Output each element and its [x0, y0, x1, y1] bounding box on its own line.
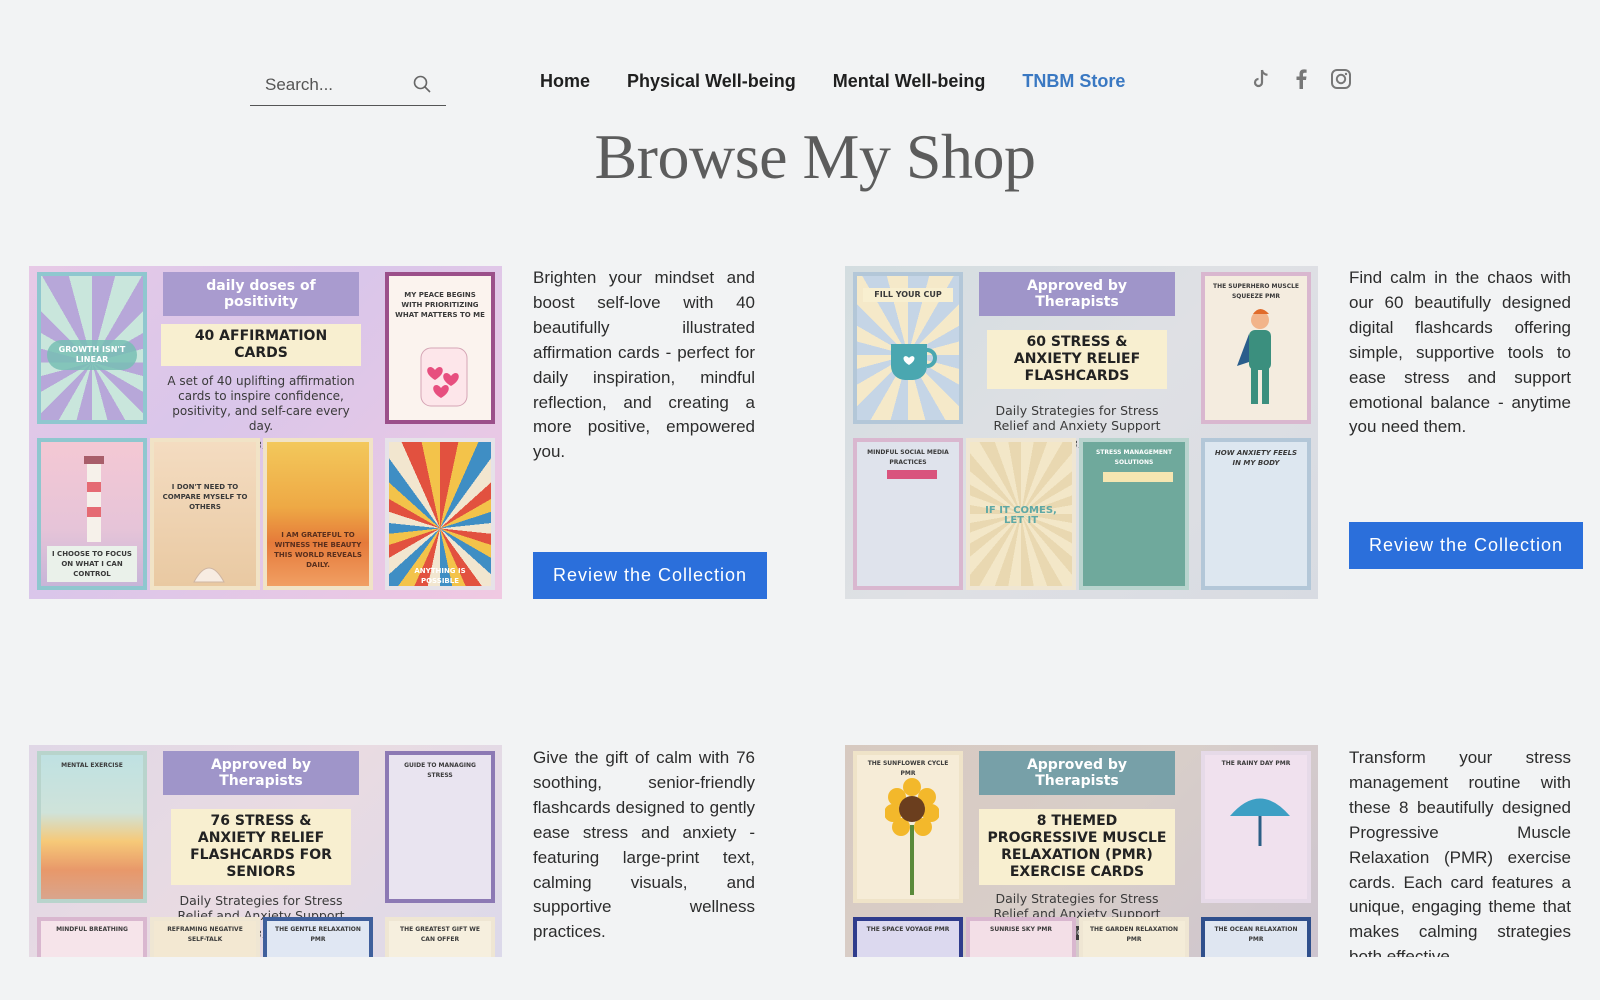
affirmation-card-tile: ANYTHING IS POSSIBLE [385, 438, 495, 590]
product-image[interactable]: GROWTH ISN'T LINEAR daily doses of posit… [29, 266, 502, 599]
flashcard-tile: GUIDE TO MANAGING STRESS [385, 751, 495, 903]
affirmation-card-tile: GROWTH ISN'T LINEAR [37, 272, 147, 424]
flashcard-tile: THE GENTLE RELAXATION PMR [263, 917, 373, 957]
search-bar[interactable] [250, 64, 446, 106]
product-cover: Approved by Therapists 76 STRESS & ANXIE… [161, 751, 361, 941]
instagram-icon[interactable] [1330, 68, 1352, 90]
nav-home[interactable]: Home [540, 70, 590, 92]
facebook-icon[interactable] [1290, 68, 1312, 90]
product-description: Brighten your mindset and boost self-lov… [533, 268, 755, 462]
search-icon[interactable] [412, 74, 432, 94]
affirmation-card-tile: I CHOOSE TO FOCUS ON WHAT I CAN CONTROL [37, 438, 147, 590]
review-collection-button[interactable]: Review the Collection [533, 552, 767, 599]
page-title: Browse My Shop [594, 121, 1036, 192]
affirmation-card-tile: I DON'T NEED TO COMPARE MYSELF TO OTHERS [150, 438, 260, 590]
pmr-card-tile: SUNRISE SKY PMR [966, 917, 1076, 957]
pmr-card-tile: THE SPACE VOYAGE PMR [853, 917, 963, 957]
affirmation-card-tile: MY PEACE BEGINS WITH PRIORITIZING WHAT M… [385, 272, 495, 424]
pmr-card-tile: THE OCEAN RELAXATION PMR [1201, 917, 1311, 957]
nav-physical-well-being[interactable]: Physical Well-being [627, 70, 796, 92]
product-image[interactable]: FILL YOUR CUP Approved by Therapists 60 … [845, 266, 1318, 599]
product-cover: daily doses of positivity 40 AFFIRMATION… [161, 272, 361, 452]
flashcard-tile: MENTAL EXERCISE [37, 751, 147, 903]
nav-mental-well-being[interactable]: Mental Well-being [833, 70, 986, 92]
product-cover: Approved by Therapists 8 THEMED PROGRESS… [977, 751, 1177, 940]
review-collection-button[interactable]: Review the Collection [1349, 522, 1583, 569]
pmr-card-tile: THE RAINY DAY PMR [1201, 751, 1311, 903]
pmr-card-tile: THE GARDEN RELAXATION PMR [1079, 917, 1189, 957]
flashcard-tile: HOW ANXIETY FEELS IN MY BODY [1201, 438, 1311, 590]
flashcard-tile: IF IT COMES, LET IT [966, 438, 1076, 590]
flashcard-tile: FILL YOUR CUP [853, 272, 963, 424]
pmr-card-tile: THE SUNFLOWER CYCLE PMR [853, 751, 963, 903]
search-input[interactable] [250, 74, 400, 95]
flashcard-tile: STRESS MANAGEMENT SOLUTIONS [1079, 438, 1189, 590]
main-nav: Home Physical Well-being Mental Well-bei… [540, 70, 1162, 92]
tiktok-icon[interactable] [1250, 68, 1272, 90]
flashcard-tile: THE SUPERHERO MUSCLE SQUEEZE PMR [1201, 272, 1311, 424]
product-image[interactable]: MENTAL EXERCISE Approved by Therapists 7… [29, 745, 502, 957]
product-image[interactable]: THE SUNFLOWER CYCLE PMR Approved by Ther… [845, 745, 1318, 957]
affirmation-card-tile: I AM GRATEFUL TO WITNESS THE BEAUTY THIS… [263, 438, 373, 590]
flashcard-tile: MINDFUL SOCIAL MEDIA PRACTICES [853, 438, 963, 590]
page-bottom-edge [0, 957, 1600, 1000]
flashcard-tile: REFRAMING NEGATIVE SELF-TALK [150, 917, 260, 957]
flashcard-tile: THE GREATEST GIFT WE CAN OFFER [385, 917, 495, 957]
product-description: Transform your stress management routine… [1349, 748, 1571, 966]
product-description: Give the gift of calm with 76 soothing, … [533, 748, 755, 942]
flashcard-tile: MINDFUL BREATHING [37, 917, 147, 957]
social-links [1250, 68, 1352, 90]
nav-tnbm-store[interactable]: TNBM Store [1022, 70, 1125, 92]
product-cover: Approved by Therapists 60 STRESS & ANXIE… [977, 272, 1177, 451]
product-description: Find calm in the chaos with our 60 beaut… [1349, 268, 1571, 437]
